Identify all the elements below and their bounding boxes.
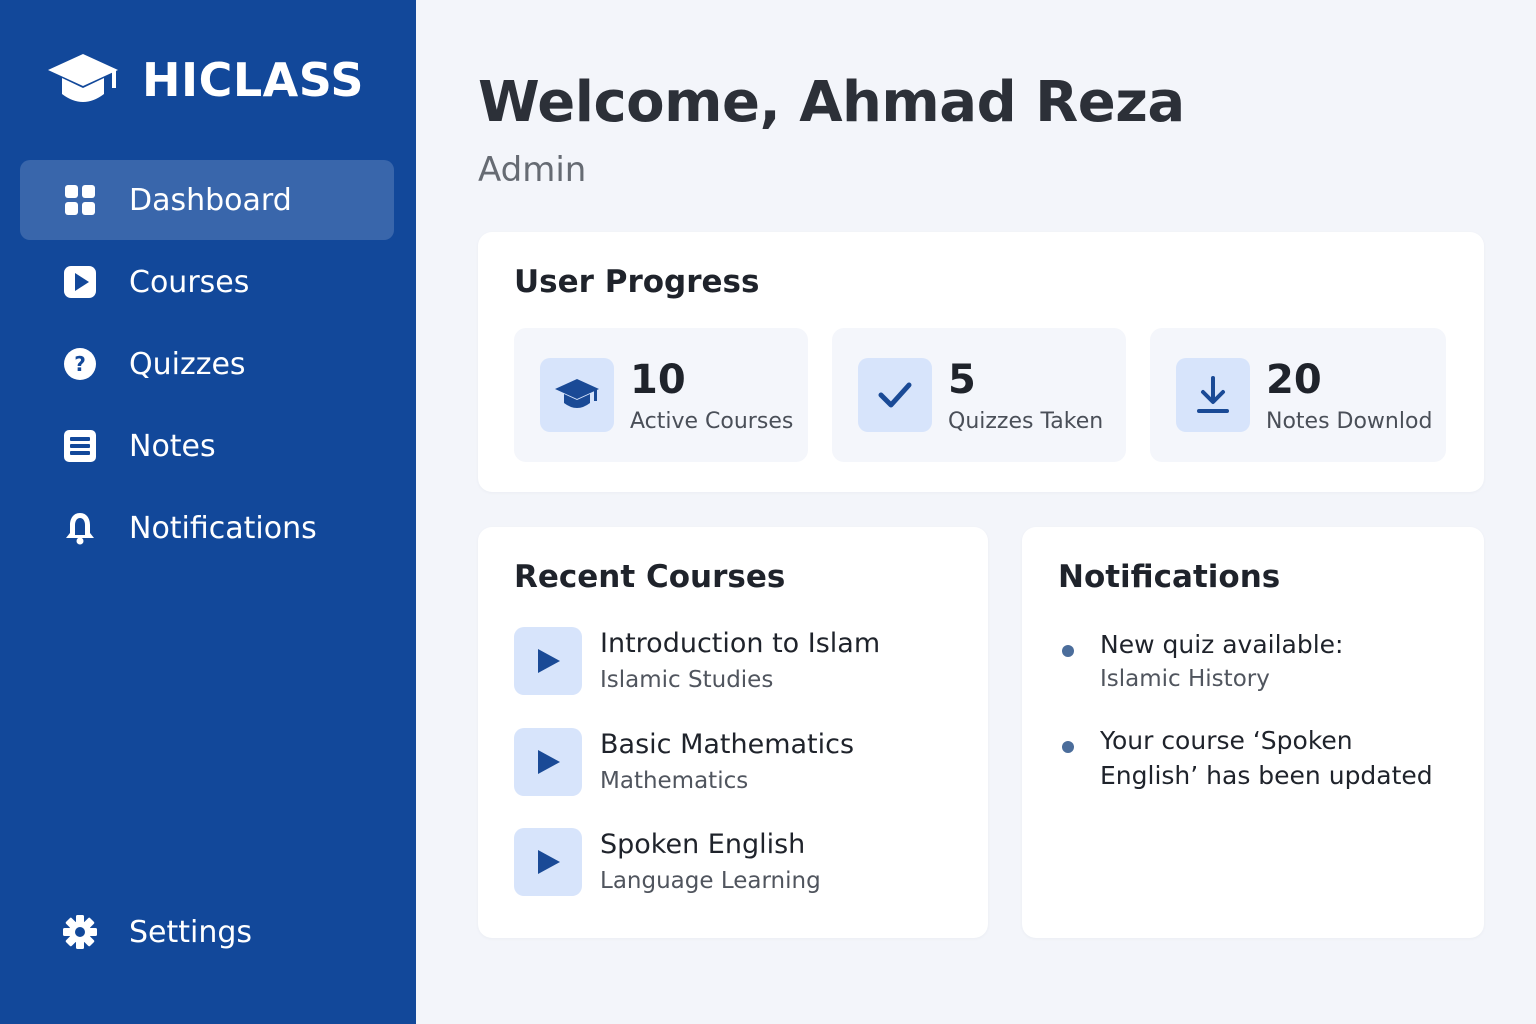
download-icon — [1176, 358, 1250, 432]
course-title: Basic Mathematics — [600, 729, 855, 760]
graduation-cap-icon — [46, 50, 120, 110]
question-icon: ? — [60, 344, 100, 384]
recent-courses-card: Recent Courses Introduction to Islam Isl… — [478, 527, 988, 938]
main-content: Welcome, Ahmad Reza Admin User Progress … — [416, 0, 1536, 1024]
play-icon — [514, 627, 582, 695]
notification-item[interactable]: Your course ‘Spoken English’ has been up… — [1058, 723, 1458, 793]
notification-detail: Islamic History — [1100, 666, 1270, 692]
play-icon — [514, 828, 582, 896]
check-icon — [858, 358, 932, 432]
stat-value: 5 — [948, 356, 976, 403]
stat-active-courses: 10 Active Courses — [514, 328, 808, 462]
card-title: Notifications — [1058, 559, 1281, 595]
notification-text-continued: English’ has been updated — [1100, 761, 1433, 790]
list-item-course[interactable]: Spoken English Language Learning — [514, 828, 821, 896]
gear-icon — [60, 912, 100, 952]
stat-value: 20 — [1266, 356, 1322, 403]
user-progress-card: User Progress 10 Active Courses 5 Quizze… — [478, 232, 1484, 492]
sidebar-item-label: Notifications — [129, 510, 317, 546]
sidebar-item-settings[interactable]: Settings — [20, 892, 394, 972]
bullet-dot — [1062, 741, 1074, 753]
list-item-course[interactable]: Introduction to Islam Islamic Studies — [514, 627, 880, 695]
play-icon — [514, 728, 582, 796]
course-category: Islamic Studies — [600, 667, 774, 693]
sidebar-item-label: Courses — [129, 264, 250, 300]
course-title: Spoken English — [600, 829, 806, 860]
sidebar-item-dashboard[interactable]: Dashboard — [20, 160, 394, 240]
card-title: Recent Courses — [514, 559, 786, 595]
brand-name: HICLASS — [142, 53, 364, 107]
brand[interactable]: HICLASS — [46, 50, 364, 110]
stat-label: Notes Downlod — [1266, 408, 1433, 434]
sidebar: HICLASS Dashboard Courses ? Quizzes Note… — [0, 0, 416, 1024]
stat-quizzes-taken: 5 Quizzes Taken — [832, 328, 1126, 462]
sidebar-item-notes[interactable]: Notes — [20, 406, 394, 486]
page-title: Welcome, Ahmad Reza — [478, 70, 1185, 135]
stat-label: Quizzes Taken — [948, 408, 1104, 434]
svg-text:?: ? — [74, 352, 86, 376]
sidebar-item-label: Dashboard — [129, 182, 292, 218]
sidebar-nav: Dashboard Courses ? Quizzes Notes Notifi… — [20, 160, 394, 570]
play-icon — [60, 262, 100, 302]
stat-label: Active Courses — [630, 408, 794, 434]
stat-notes-downloaded: 20 Notes Downlod — [1150, 328, 1446, 462]
sidebar-item-label: Notes — [129, 428, 216, 464]
sidebar-item-label: Quizzes — [129, 346, 246, 382]
bell-icon — [60, 508, 100, 548]
sidebar-item-courses[interactable]: Courses — [20, 242, 394, 322]
notification-text: New quiz available: — [1100, 630, 1344, 659]
course-category: Language Learning — [600, 868, 821, 894]
card-title: User Progress — [514, 264, 760, 300]
notes-icon — [60, 426, 100, 466]
sidebar-item-label: Settings — [129, 914, 253, 950]
sidebar-item-notifications[interactable]: Notifications — [20, 488, 394, 568]
course-category: Mathematics — [600, 768, 749, 794]
sidebar-item-quizzes[interactable]: ? Quizzes — [20, 324, 394, 404]
bullet-dot — [1062, 645, 1074, 657]
stat-value: 10 — [630, 356, 686, 403]
notification-item[interactable]: New quiz available: Islamic History — [1058, 627, 1458, 696]
user-role: Admin — [478, 150, 587, 190]
notification-text: Your course ‘Spoken — [1100, 726, 1353, 755]
notifications-card: Notifications New quiz available: Islami… — [1022, 527, 1484, 938]
graduation-cap-icon — [540, 358, 614, 432]
list-item-course[interactable]: Basic Mathematics Mathematics — [514, 728, 854, 796]
course-title: Introduction to Islam — [600, 628, 881, 659]
grid-icon — [60, 180, 100, 220]
